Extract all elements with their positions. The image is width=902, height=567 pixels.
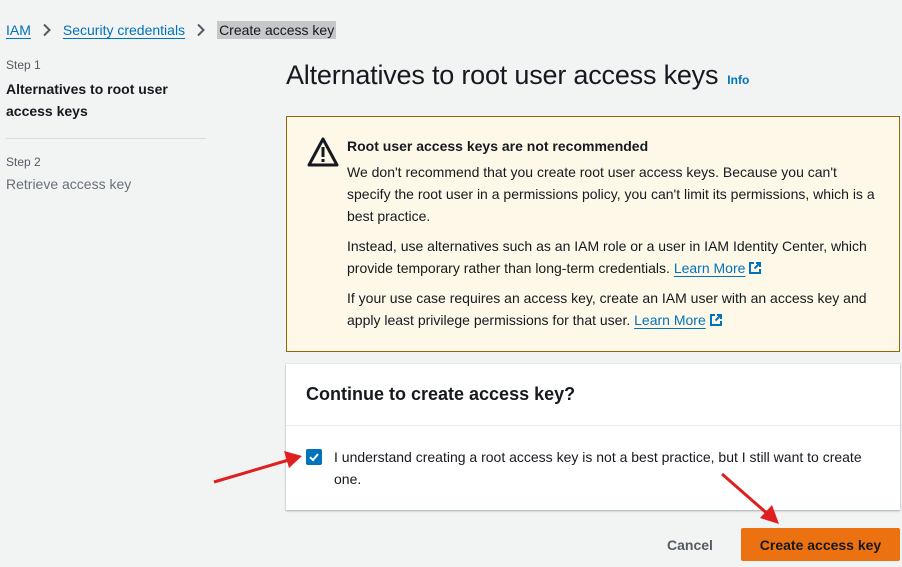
learn-more-link-iam-user[interactable]: Learn More — [634, 312, 723, 328]
cancel-button[interactable]: Cancel — [652, 530, 728, 560]
confirm-checkbox[interactable] — [306, 449, 322, 465]
learn-more-label: Learn More — [634, 312, 706, 328]
alert-paragraph-2-text: Instead, use alternatives such as an IAM… — [347, 238, 867, 276]
alert-paragraph-3-text: If your use case requires an access key,… — [347, 290, 867, 328]
checkmark-icon — [309, 453, 319, 462]
wizard-steps: Step 1 Alternatives to root user access … — [6, 58, 206, 195]
chevron-right-icon — [31, 20, 63, 40]
warning-icon — [307, 137, 339, 167]
confirm-checkbox-label[interactable]: I understand creating a root access key … — [334, 446, 880, 490]
create-access-key-page: IAM Security credentials Create access k… — [0, 0, 902, 567]
step-1: Step 1 Alternatives to root user access … — [6, 58, 206, 122]
alert-title: Root user access keys are not recommende… — [347, 138, 649, 154]
step-2-title: Retrieve access key — [6, 176, 132, 192]
confirm-body: I understand creating a root access key … — [286, 426, 900, 490]
page-header: Alternatives to root user access keys In… — [286, 60, 749, 91]
step-2: Step 2 Retrieve access key — [6, 155, 206, 195]
chevron-right-icon — [185, 20, 217, 40]
external-link-icon — [709, 314, 722, 326]
breadcrumb-current: Create access key — [217, 21, 337, 39]
breadcrumb-iam[interactable]: IAM — [6, 22, 31, 38]
step-divider — [6, 138, 206, 139]
alert-paragraph-2: Instead, use alternatives such as an IAM… — [347, 235, 879, 279]
confirm-title: Continue to create access key? — [306, 384, 576, 404]
learn-more-label: Learn More — [673, 260, 746, 276]
breadcrumb-security-credentials[interactable]: Security credentials — [63, 22, 185, 38]
page-title: Alternatives to root user access keys — [286, 60, 719, 90]
external-link-icon — [749, 262, 762, 274]
breadcrumb: IAM Security credentials Create access k… — [6, 18, 337, 42]
step-1-title: Alternatives to root user access keys — [6, 81, 168, 119]
confirm-container: Continue to create access key? I underst… — [286, 364, 900, 510]
confirm-header: Continue to create access key? — [286, 364, 900, 426]
step-2-label: Step 2 — [6, 155, 41, 169]
alert-paragraph-3: If your use case requires an access key,… — [347, 287, 879, 331]
create-access-key-button[interactable]: Create access key — [741, 528, 900, 561]
learn-more-link-roles[interactable]: Learn More — [674, 260, 763, 276]
info-link[interactable]: Info — [727, 73, 749, 87]
step-1-label: Step 1 — [6, 58, 41, 72]
alert-paragraph-1: We don't recommend that you create root … — [347, 164, 875, 224]
warning-alert: Root user access keys are not recommende… — [286, 116, 900, 352]
